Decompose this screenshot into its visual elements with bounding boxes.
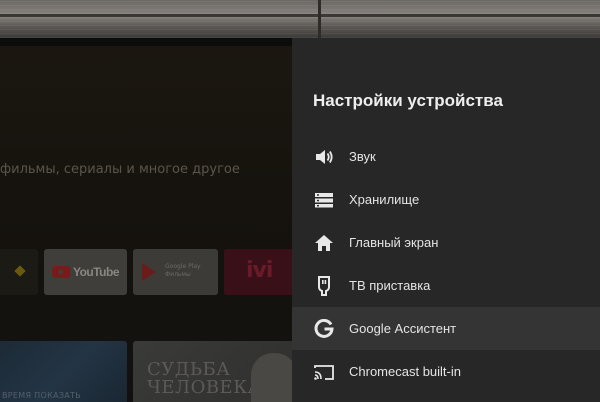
google-play-icon (142, 263, 156, 281)
youtube-label: YouTube (72, 265, 120, 279)
home-tagline: фильмы, сериалы и многое другое (0, 162, 240, 177)
app-tile-ivi[interactable]: ivi (224, 249, 292, 295)
app-tile-google-play[interactable]: Google Play Фильмы (133, 249, 218, 295)
cast-icon (313, 361, 335, 383)
app-tile-youtube[interactable]: YouTube (44, 249, 127, 295)
preview-1-title: ВРЕМЯ ПОКАЗАТЬ (2, 391, 82, 400)
settings-item-storage[interactable]: Хранилище (292, 178, 600, 221)
settings-item-label: Google Ассистент (349, 321, 457, 336)
settings-item-label: Хранилище (349, 192, 420, 207)
google-play-name: Google Play (165, 263, 201, 270)
settings-item-google-assistant[interactable]: Google Ассистент (292, 307, 600, 350)
settings-item-sound[interactable]: Звук (292, 135, 600, 178)
settings-item-tv-box[interactable]: ТВ приставка (292, 264, 600, 307)
youtube-play-icon (51, 266, 70, 278)
home-screen-background: фильмы, сериалы и многое другое YouTube … (0, 46, 292, 402)
settings-item-chromecast[interactable]: Chromecast built-in (292, 350, 600, 393)
panel-title: Настройки устройства (313, 91, 503, 110)
ivi-logo: ivi (246, 258, 273, 283)
content-preview-1[interactable]: ВРЕМЯ ПОКАЗАТЬ (0, 341, 127, 402)
settings-menu: Звук Хранилище Главный экран ТВ приставк… (292, 135, 600, 393)
storage-icon (313, 189, 335, 211)
tv-box-icon (313, 275, 335, 297)
settings-item-label: Главный экран (349, 235, 439, 250)
speaker-icon (313, 146, 335, 168)
google-play-label: Google Play Фильмы (165, 263, 201, 279)
content-preview-2[interactable]: СУДЬБА ЧЕЛОВЕКА (133, 341, 292, 402)
app-tile-partial[interactable] (0, 249, 38, 295)
settings-item-label: Звук (349, 149, 376, 164)
settings-item-label: ТВ приставка (349, 278, 431, 293)
device-settings-panel: Настройки устройства Звук Хранилище Глав… (292, 38, 600, 402)
settings-item-home-screen[interactable]: Главный экран (292, 221, 600, 264)
google-icon (313, 318, 335, 340)
preview-2-line2: ЧЕЛОВЕКА (147, 377, 262, 398)
wooden-wall-background (0, 0, 600, 38)
google-play-sub: Фильмы (165, 271, 191, 278)
preview-2-portrait (251, 353, 292, 402)
preview-2-title: СУДЬБА ЧЕЛОВЕКА (147, 361, 262, 397)
settings-item-label: Chromecast built-in (349, 364, 461, 379)
home-icon (313, 232, 335, 254)
